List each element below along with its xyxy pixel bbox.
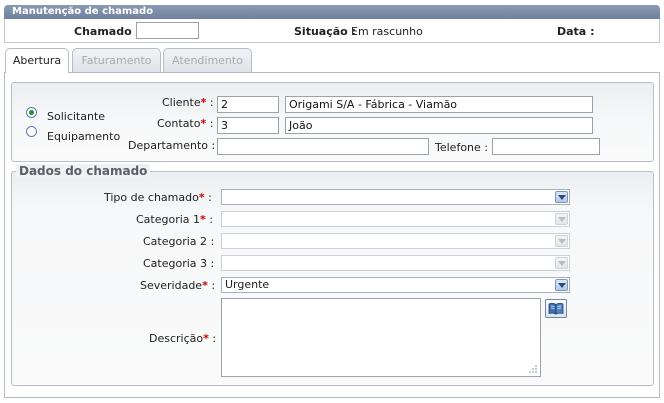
contato-label: Contato* :: [157, 117, 214, 130]
tab-abertura[interactable]: Abertura: [5, 48, 69, 73]
tab-faturamento-label: Faturamento: [81, 54, 152, 67]
departamento-input[interactable]: [217, 138, 429, 155]
telefone-label: Telefone :: [435, 141, 488, 154]
chevron-down-icon[interactable]: [555, 191, 568, 203]
window-title-bar: Manutenção de chamado: [4, 5, 660, 19]
contato-code-input[interactable]: 3: [217, 117, 279, 134]
situacao-label: Situação :: [294, 25, 356, 38]
chevron-down-icon: [555, 235, 568, 247]
window-title: Manutenção de chamado: [12, 6, 154, 17]
equipamento-label: Equipamento: [47, 130, 121, 143]
solicitante-label: Solicitante: [47, 110, 106, 123]
categoria2-select[interactable]: [221, 233, 570, 249]
data-label: Data :: [557, 25, 595, 38]
radio-equipamento[interactable]: [26, 126, 37, 137]
cliente-label: Cliente* :: [162, 96, 214, 109]
chevron-down-icon: [555, 213, 568, 225]
severidade-value: Urgente: [225, 278, 270, 291]
categoria2-label: Categoria 2 :: [143, 235, 215, 248]
descricao-label: Descrição* :: [149, 332, 217, 345]
chevron-down-icon[interactable]: [555, 279, 568, 291]
chevron-down-icon: [555, 257, 568, 269]
severidade-select[interactable]: Urgente: [221, 277, 570, 293]
categoria1-select[interactable]: [221, 211, 570, 227]
situacao-value: Em rascunho: [351, 25, 423, 38]
cliente-name-input[interactable]: Origami S/A - Fábrica - Viamão: [285, 96, 593, 113]
chamado-field[interactable]: [136, 22, 199, 39]
radio-solicitante[interactable]: [26, 107, 37, 118]
tipo-chamado-label: Tipo de chamado* :: [104, 191, 212, 204]
tab-abertura-label: Abertura: [12, 54, 62, 67]
contato-name-input[interactable]: João: [285, 117, 593, 134]
dados-chamado-legend: Dados do chamado: [16, 164, 151, 178]
chamado-label: Chamado :: [74, 25, 140, 38]
severidade-label: Severidade* :: [140, 279, 216, 292]
tab-faturamento[interactable]: Faturamento: [72, 48, 161, 72]
tab-atendimento-label: Atendimento: [172, 54, 243, 67]
resize-grip-icon[interactable]: [529, 365, 538, 374]
categoria3-select[interactable]: [221, 255, 570, 271]
cliente-code-input[interactable]: 2: [217, 96, 279, 113]
book-icon-glyph: [548, 302, 564, 315]
categoria3-label: Categoria 3 :: [143, 257, 215, 270]
telefone-input[interactable]: [492, 138, 600, 155]
departamento-label: Departamento :: [128, 139, 216, 152]
book-icon[interactable]: [545, 299, 567, 318]
tab-atendimento[interactable]: Atendimento: [163, 48, 252, 72]
descricao-textarea[interactable]: [221, 298, 541, 377]
tipo-chamado-select[interactable]: [221, 189, 570, 205]
radio-selected-dot: [29, 110, 34, 115]
categoria1-label: Categoria 1* :: [136, 213, 214, 226]
